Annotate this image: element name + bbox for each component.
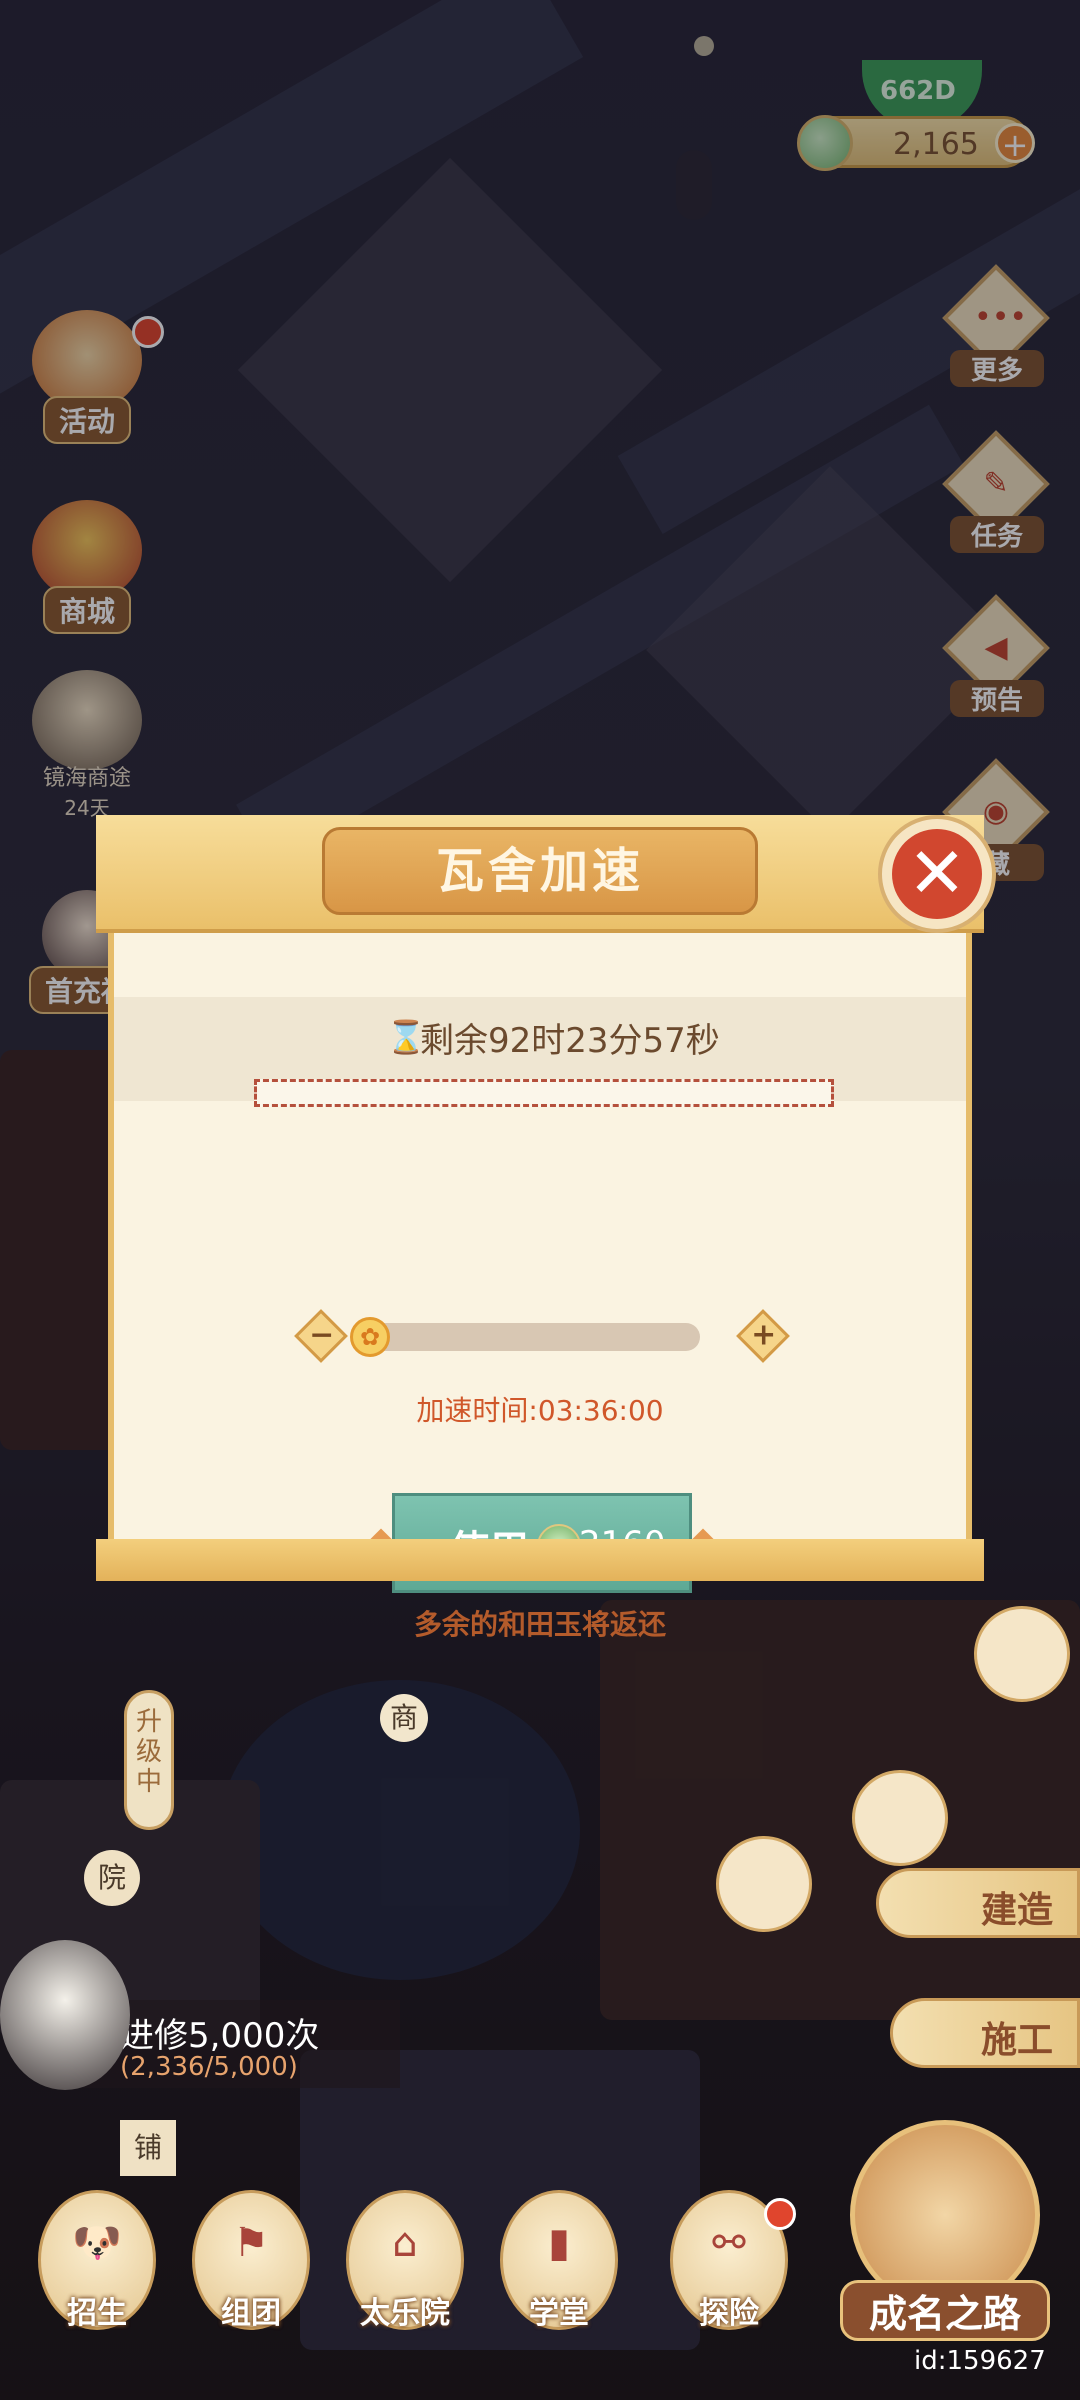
husky-dog-icon[interactable] xyxy=(0,1940,130,2090)
explore-notification-dot xyxy=(764,2198,796,2230)
recruit-button[interactable]: 🐶 招生 xyxy=(32,2190,162,2340)
decrease-button[interactable]: − xyxy=(294,1309,348,1363)
egg-bubble-icon[interactable] xyxy=(716,1836,812,1932)
shovel-bubble-icon[interactable] xyxy=(852,1770,948,1866)
shop2-sign: 铺 xyxy=(120,2120,176,2176)
close-icon: ✕ xyxy=(892,829,982,919)
dialog-footer xyxy=(96,1539,984,1581)
book-icon: ▮ xyxy=(547,2220,570,2266)
team-button[interactable]: ⚑ 组团 xyxy=(186,2190,316,2340)
hourglass-icon: ⌛ xyxy=(386,1018,426,1056)
dialog-title: 瓦舍加速 xyxy=(322,827,758,915)
dog-avatar-icon: 🐶 xyxy=(72,2220,122,2266)
speedup-slider[interactable] xyxy=(358,1323,700,1351)
close-button[interactable]: ✕ xyxy=(878,815,996,933)
study-title: 进修5,000次 xyxy=(120,2016,320,2056)
food-bubble-icon[interactable] xyxy=(974,1606,1070,1702)
remaining-time: 剩余92时23分57秒 xyxy=(420,1021,720,1061)
house-icon: ⌂ xyxy=(392,2220,418,2266)
school-button[interactable]: ▮ 学堂 xyxy=(494,2190,624,2340)
build-progress-bar xyxy=(254,1079,834,1107)
upgrading-label: 升级中 xyxy=(124,1690,174,1830)
increase-button[interactable]: + xyxy=(736,1309,790,1363)
construct-button[interactable]: 施工 xyxy=(890,1998,1080,2068)
user-id: id:159627 xyxy=(914,2346,1046,2376)
path-to-fame-button[interactable]: 成名之路 xyxy=(840,2120,1050,2341)
refund-note: 多余的和田玉将返还 xyxy=(413,1608,666,1641)
build-button[interactable]: 建造 xyxy=(876,1868,1080,1938)
slider-handle[interactable]: ✿ xyxy=(350,1317,390,1357)
courtyard-sign: 院 xyxy=(84,1850,140,1906)
explore-icon: ⚯ xyxy=(712,2220,746,2266)
shop-sign: 商 xyxy=(380,1694,428,1742)
dialog-body: ⌛ 剩余92时23分57秒 − ✿ + 加速时间:03:36:00 使用 216… xyxy=(108,933,972,1641)
flag-icon: ⚑ xyxy=(233,2220,269,2266)
music-academy-button[interactable]: ⌂ 太乐院 xyxy=(340,2190,470,2340)
dialog-header: 瓦舍加速 xyxy=(96,815,984,933)
study-progress: (2,336/5,000) xyxy=(120,2052,298,2082)
speedup-dialog: 瓦舍加速 ✕ ⌛ 剩余92时23分57秒 − ✿ + 加速时间:03:36:00… xyxy=(96,815,996,1641)
accelerate-time: 加速时间:03:36:00 xyxy=(416,1394,664,1427)
